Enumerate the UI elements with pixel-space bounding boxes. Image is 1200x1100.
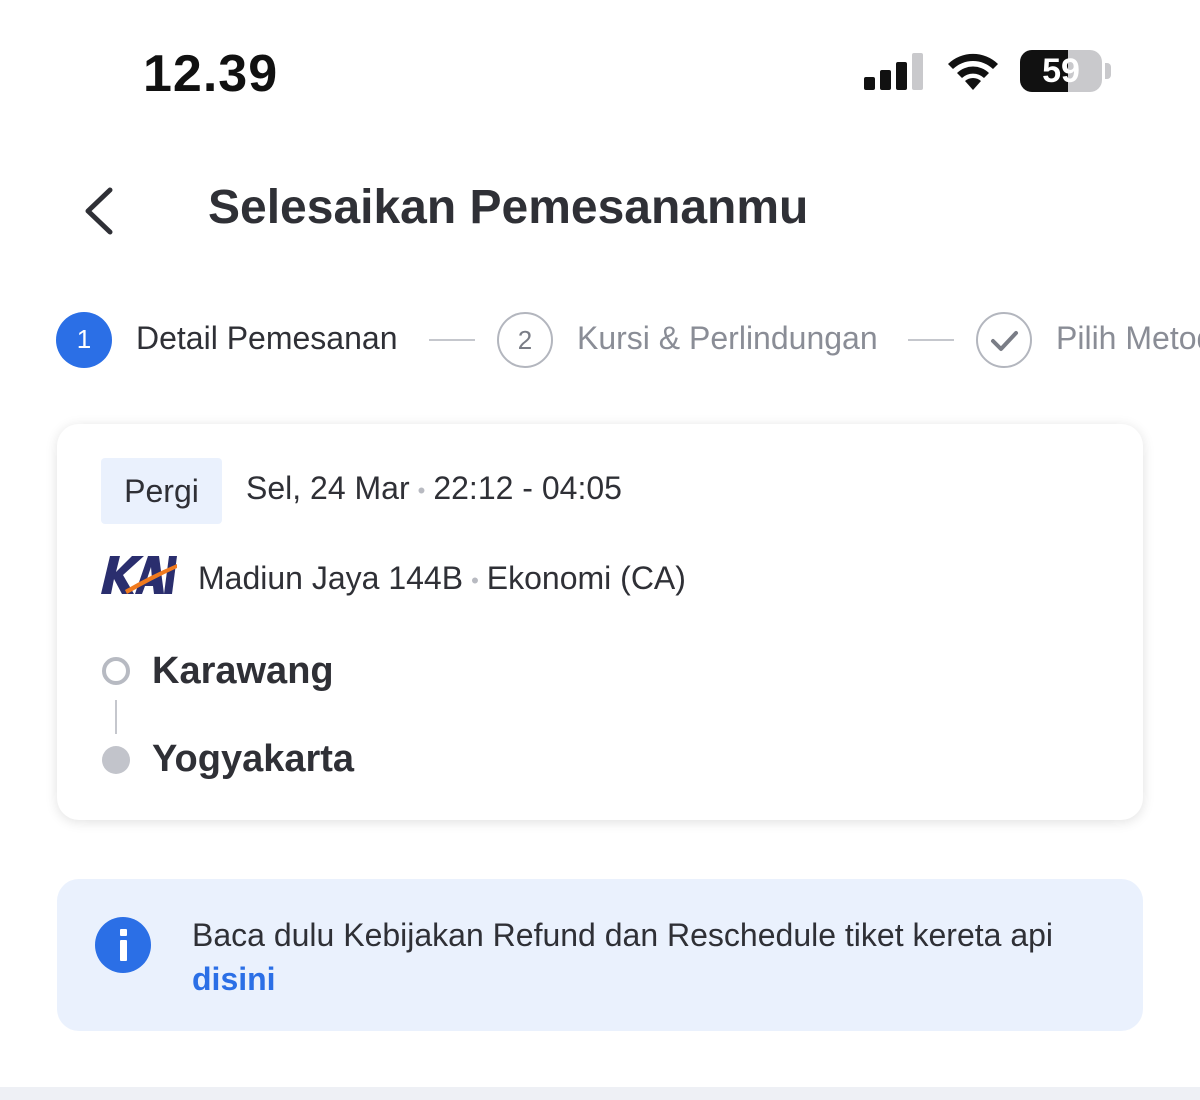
chevron-left-icon	[85, 187, 113, 235]
step-1-indicator: 1	[56, 312, 112, 368]
status-bar: 12.39 59	[0, 0, 1200, 130]
dot-separator: •	[417, 477, 426, 503]
train-name: Madiun Jaya 144B	[198, 560, 464, 596]
signal-icon	[864, 53, 923, 90]
route-connector	[115, 700, 117, 734]
step-2-label: Kursi & Perlindungan	[577, 320, 878, 356]
trip-schedule: Sel, 24 Mar • 22:12 - 04:05	[246, 470, 622, 507]
trip-summary-card[interactable]: Pergi Sel, 24 Mar • 22:12 - 04:05 Madiun J…	[57, 424, 1143, 820]
train-class: Ekonomi (CA)	[486, 560, 686, 596]
info-icon	[95, 917, 151, 973]
trip-time-range: 22:12 - 04:05	[433, 470, 622, 506]
origin-dot-icon	[102, 657, 130, 685]
page-title: Selesaikan Pemesananmu	[208, 181, 809, 234]
back-button[interactable]	[70, 180, 130, 242]
refund-policy-link[interactable]: disini	[192, 957, 1122, 1001]
origin-station: Karawang	[152, 650, 334, 692]
wifi-icon	[948, 53, 998, 90]
trip-direction-badge: Pergi	[101, 458, 222, 524]
bottom-section-divider	[0, 1087, 1200, 1100]
destination-dot-icon	[102, 746, 130, 774]
step-connector	[429, 339, 475, 341]
refund-policy-banner: Baca dulu Kebijakan Refund dan Reschedul…	[57, 879, 1143, 1031]
battery-icon: 59	[1020, 50, 1112, 92]
step-3-label: Pilih Metode	[1056, 320, 1200, 356]
booking-stepper: 1 Detail Pemesanan 2 Kursi & Perlindunga…	[0, 300, 1200, 380]
train-info: Madiun Jaya 144B • Ekonomi (CA)	[198, 560, 686, 597]
step-1-label: Detail Pemesanan	[136, 320, 398, 356]
step-2-indicator: 2	[497, 312, 553, 368]
step-3-indicator	[976, 312, 1032, 368]
header: Selesaikan Pemesananmu	[0, 150, 1200, 270]
refund-policy-text: Baca dulu Kebijakan Refund dan Reschedul…	[192, 913, 1122, 1001]
step-connector	[908, 339, 954, 341]
trip-date: Sel, 24 Mar	[246, 470, 410, 506]
dot-separator: •	[471, 567, 479, 593]
check-icon	[991, 331, 1018, 351]
battery-level: 59	[1042, 52, 1080, 90]
kai-logo	[101, 556, 177, 594]
destination-station: Yogyakarta	[152, 738, 355, 780]
refund-policy-message: Baca dulu Kebijakan Refund dan Reschedul…	[192, 917, 1054, 953]
status-time: 12.39	[143, 45, 279, 103]
